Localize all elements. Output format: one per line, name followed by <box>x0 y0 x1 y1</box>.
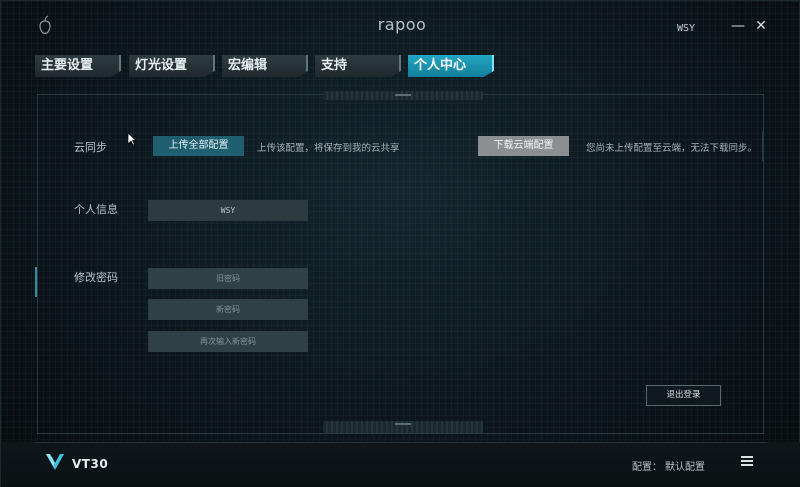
mouse-cursor-icon <box>127 132 137 146</box>
new-password-wrapper <box>148 299 308 320</box>
upload-all-config-button[interactable]: 上传全部配置 <box>153 136 244 156</box>
apple-icon <box>39 15 51 34</box>
device-model: VT30 <box>72 457 109 471</box>
upload-hint: 上传该配置，将保存到我的云共享 <box>257 143 400 154</box>
tab-macro-editor[interactable]: 宏编辑 <box>222 55 308 77</box>
vt-logo-icon <box>46 454 64 470</box>
logout-button[interactable]: 退出登录 <box>646 385 721 406</box>
right-accent-bar <box>762 131 764 161</box>
cloud-sync-label: 云同步 <box>74 141 107 154</box>
tab-support[interactable]: 支持 <box>315 55 401 77</box>
left-accent-bar <box>35 267 37 297</box>
close-button[interactable]: ✕ <box>752 17 770 35</box>
new-password-input[interactable] <box>148 299 308 320</box>
panel-bottom-decoration <box>323 421 483 433</box>
tab-label: 支持 <box>321 58 348 73</box>
title-bar: rapoo WSY — ✕ <box>1 1 800 49</box>
svg-text:rapoo: rapoo <box>378 15 427 34</box>
tab-label: 宏编辑 <box>228 58 268 73</box>
rapoo-logo: rapoo <box>378 15 427 34</box>
download-hint: 您尚未上传配置至云端，无法下载同步。 <box>586 143 758 154</box>
tab-personal-center[interactable]: 个人中心 <box>408 55 494 77</box>
brand-logo: rapoo <box>375 15 429 35</box>
confirm-password-input[interactable] <box>148 331 308 352</box>
config-value: 默认配置 <box>665 462 705 473</box>
old-password-wrapper <box>148 268 308 289</box>
app-window: rapoo WSY — ✕ 主要设置 灯光设置 宏编辑 支持 个人中心 云同步 … <box>0 0 800 487</box>
download-cloud-config-button[interactable]: 下载云端配置 <box>478 136 569 156</box>
tab-lighting-settings[interactable]: 灯光设置 <box>129 55 215 77</box>
confirm-password-wrapper <box>148 331 308 352</box>
config-label: 配置： <box>632 462 662 473</box>
tab-label: 灯光设置 <box>135 58 188 73</box>
username-field: WSY <box>148 200 308 221</box>
personal-info-label: 个人信息 <box>74 203 118 216</box>
old-password-input[interactable] <box>148 268 308 289</box>
tab-label: 主要设置 <box>41 58 94 73</box>
tab-label: 个人中心 <box>414 58 467 73</box>
panel-top-decoration <box>323 91 483 100</box>
tab-main-settings[interactable]: 主要设置 <box>35 55 121 77</box>
change-password-label: 修改密码 <box>74 271 118 284</box>
minimize-button[interactable]: — <box>729 17 747 35</box>
hamburger-icon[interactable] <box>741 456 753 468</box>
user-name: WSY <box>677 23 696 34</box>
